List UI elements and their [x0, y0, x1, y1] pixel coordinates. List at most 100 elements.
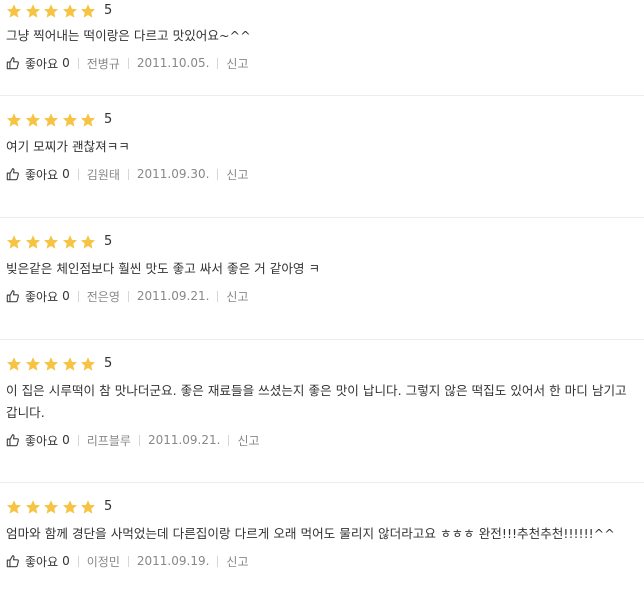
review-author: 이정민 [86, 554, 120, 569]
star-icon [62, 4, 77, 18]
thumbs-up-icon [6, 290, 19, 303]
divider [127, 57, 129, 69]
star-icon [6, 4, 22, 18]
star-rating [6, 234, 99, 250]
star-icon [44, 357, 59, 371]
like-count: 0 [62, 289, 70, 303]
review-item: 5 그냥 찍어내는 떡이랑은 다르고 맛있어요~^^ 좋아요 0 전병규 201… [0, 1, 644, 96]
star-icon [81, 357, 96, 371]
star-icon [6, 357, 22, 371]
like-label: 좋아요 [25, 433, 59, 448]
divider [77, 168, 79, 180]
review-meta: 좋아요 0 이정민 2011.09.19. 신고 [6, 551, 638, 571]
like-count: 0 [62, 56, 70, 70]
like-label: 좋아요 [25, 289, 59, 304]
divider [77, 555, 79, 567]
review-author: 김원태 [86, 167, 120, 182]
star-icon [6, 113, 22, 127]
review-meta: 좋아요 0 리프블루 2011.09.21. 신고 [6, 430, 638, 450]
report-link[interactable]: 신고 [237, 432, 259, 449]
star-icon [44, 113, 59, 127]
thumbs-up-icon [6, 555, 19, 568]
star-icon [25, 357, 40, 371]
review-text: 그냥 찍어내는 떡이랑은 다르고 맛있어요~^^ [6, 28, 251, 43]
report-link[interactable]: 신고 [226, 166, 248, 183]
star-icon [6, 500, 22, 514]
divider [77, 290, 79, 302]
review-text: 이 집은 시루떡이 참 맛나더군요. 좋은 재료들을 쓰셨는지 좋은 맛이 납니… [6, 383, 627, 420]
thumbs-up-icon [6, 57, 19, 70]
review-meta: 좋아요 0 전병규 2011.10.05. 신고 [6, 53, 638, 73]
star-icon [25, 500, 40, 514]
like-button[interactable]: 좋아요 0 [6, 432, 70, 449]
star-icon [44, 4, 59, 18]
star-icon [81, 4, 96, 18]
divider [217, 168, 219, 180]
star-icon [81, 113, 96, 127]
divider [127, 555, 129, 567]
rating-score: 5 [103, 499, 113, 514]
report-link[interactable]: 신고 [226, 553, 248, 570]
rating: 5 [6, 352, 638, 374]
review-item: 5 빚은같은 체인점보다 훨씬 맛도 좋고 싸서 좋은 거 같아영 ㅋ 좋아요 … [0, 230, 644, 340]
star-icon [62, 500, 77, 514]
like-count: 0 [62, 433, 70, 447]
rating: 5 [6, 230, 638, 252]
divider [217, 290, 219, 302]
star-icon [44, 235, 59, 249]
star-icon [62, 113, 77, 127]
divider [138, 434, 140, 446]
review-list: 5 그냥 찍어내는 떡이랑은 다르고 맛있어요~^^ 좋아요 0 전병규 201… [0, 1, 644, 611]
review-item: 5 여기 모찌가 괜찮져ㅋㅋ 좋아요 0 김원태 2011.09.30. 신고 [0, 108, 644, 218]
report-link[interactable]: 신고 [226, 55, 248, 72]
like-label: 좋아요 [25, 56, 59, 71]
star-rating [6, 3, 99, 19]
star-icon [81, 235, 96, 249]
review-item: 5 엄마와 함께 경단을 사먹었는데 다른집이랑 다르게 오래 먹어도 물리지 … [0, 495, 644, 611]
rating-score: 5 [103, 356, 113, 371]
review-text: 엄마와 함께 경단을 사먹었는데 다른집이랑 다르게 오래 먹어도 물리지 않더… [6, 526, 615, 541]
like-label: 좋아요 [25, 167, 59, 182]
like-button[interactable]: 좋아요 0 [6, 55, 70, 72]
review-date: 2011.09.30. [136, 167, 210, 181]
divider [217, 555, 219, 567]
divider [217, 57, 219, 69]
review-date: 2011.09.21. [147, 433, 221, 447]
report-link[interactable]: 신고 [226, 288, 248, 305]
star-icon [25, 235, 40, 249]
thumbs-up-icon [6, 434, 19, 447]
star-rating [6, 112, 99, 128]
star-icon [44, 500, 59, 514]
divider [77, 434, 79, 446]
divider [228, 434, 230, 446]
review-date: 2011.09.21. [136, 289, 210, 303]
star-icon [62, 357, 77, 371]
like-button[interactable]: 좋아요 0 [6, 166, 70, 183]
star-icon [6, 235, 22, 249]
review-author: 전은영 [86, 289, 120, 304]
review-text: 빚은같은 체인점보다 훨씬 맛도 좋고 싸서 좋은 거 같아영 ㅋ [6, 261, 321, 276]
rating-score: 5 [103, 112, 113, 127]
review-meta: 좋아요 0 전은영 2011.09.21. 신고 [6, 286, 638, 306]
star-icon [25, 113, 40, 127]
like-label: 좋아요 [25, 554, 59, 569]
review-author: 리프블루 [86, 433, 131, 448]
divider [127, 290, 129, 302]
star-icon [81, 500, 96, 514]
star-icon [62, 235, 77, 249]
star-icon [25, 4, 40, 18]
rating: 5 [6, 495, 638, 517]
divider [77, 57, 79, 69]
rating-score: 5 [103, 3, 113, 18]
review-author: 전병규 [86, 56, 120, 71]
rating: 5 [6, 1, 638, 21]
review-date: 2011.09.19. [136, 554, 210, 568]
divider [127, 168, 129, 180]
like-button[interactable]: 좋아요 0 [6, 288, 70, 305]
review-date: 2011.10.05. [136, 56, 210, 70]
rating: 5 [6, 108, 638, 130]
star-rating [6, 499, 99, 515]
like-button[interactable]: 좋아요 0 [6, 553, 70, 570]
review-meta: 좋아요 0 김원태 2011.09.30. 신고 [6, 164, 638, 184]
rating-score: 5 [103, 234, 113, 249]
